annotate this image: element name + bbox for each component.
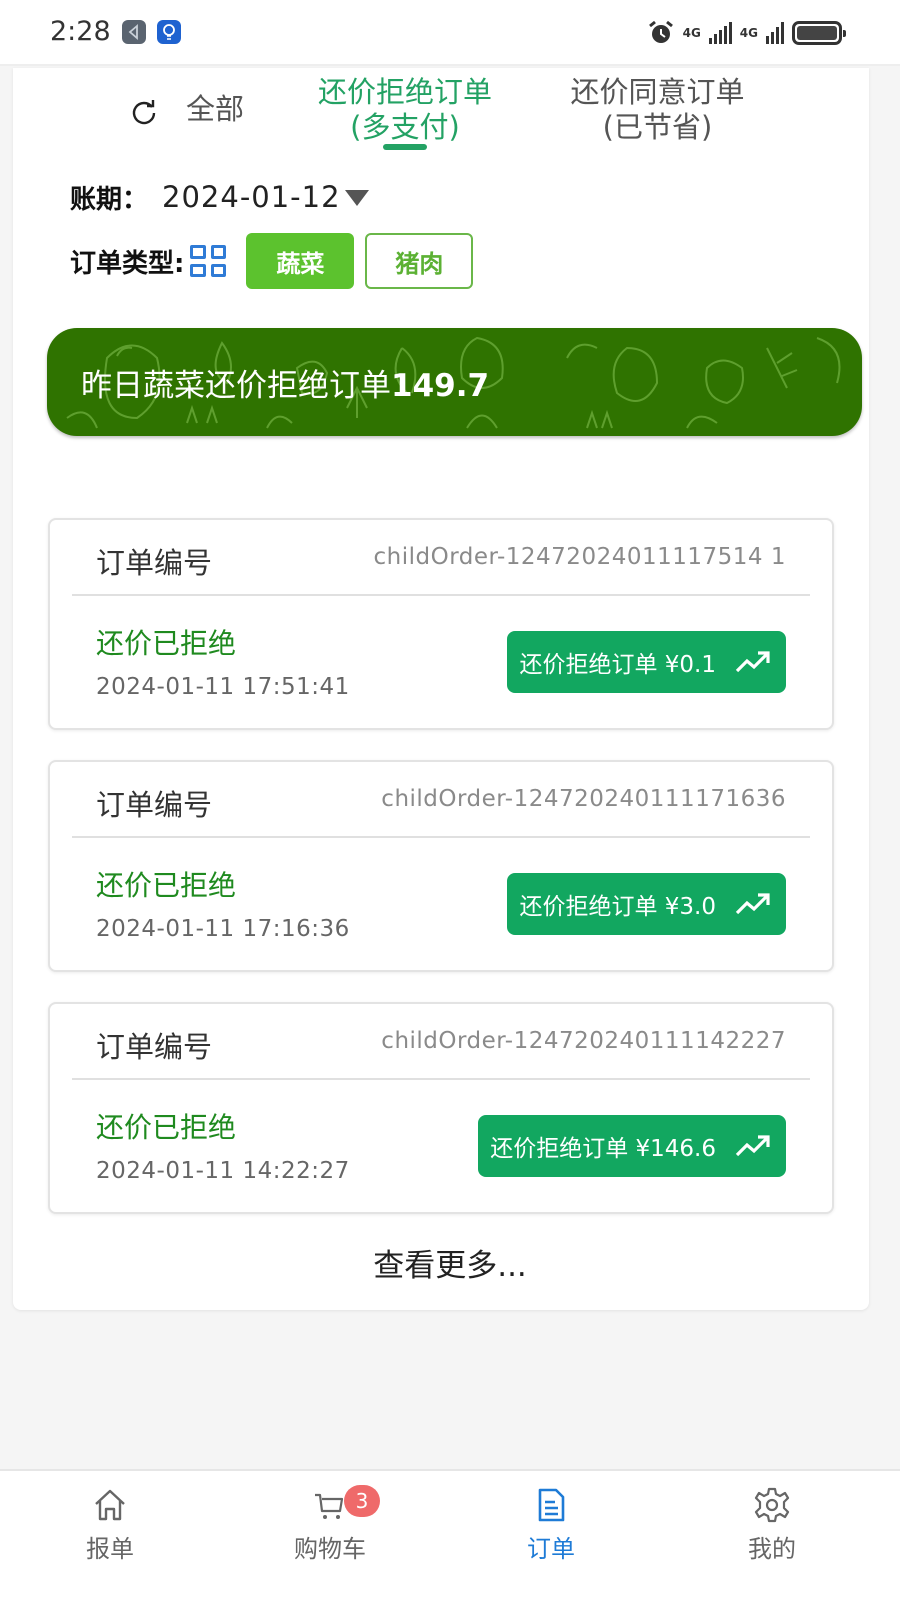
order-time: 2024-01-11 14:22:27	[96, 1158, 350, 1184]
order-number: childOrder-12472024011117514 1	[373, 544, 786, 570]
order-card[interactable]: 订单编号 childOrder-124720240111142227 还价已拒绝…	[48, 1002, 834, 1214]
nav-item-orders[interactable]: 订单	[491, 1485, 611, 1564]
order-number-label: 订单编号	[96, 1030, 213, 1064]
type-pork-button[interactable]: 猪肉	[365, 233, 474, 289]
order-number-label: 订单编号	[96, 546, 213, 580]
view-more-link[interactable]: 查看更多...	[0, 1240, 900, 1285]
bottom-nav: 报单 3 购物车 订单 我的	[0, 1469, 900, 1600]
summary-banner: 昨日蔬菜还价拒绝订单149.7	[47, 328, 862, 436]
order-type-label: 订单类型:	[70, 248, 185, 279]
rejected-amount-button[interactable]: 还价拒绝订单 ¥146.6	[478, 1115, 786, 1177]
tab-counter-agreed[interactable]: 还价同意订单 (已节省)	[550, 75, 765, 145]
divider	[72, 1078, 810, 1080]
trending-up-icon	[735, 1135, 770, 1157]
document-icon	[538, 1488, 565, 1522]
app-back-icon	[122, 20, 146, 44]
billing-period-filter: 账期： 2024-01-12	[70, 176, 369, 218]
cart-count-badge: 3	[344, 1485, 380, 1517]
network-type-1: 4G	[682, 26, 701, 40]
status-indicators: 4G 4G	[647, 18, 846, 48]
order-type-filter: 订单类型: 蔬菜 猪肉	[70, 233, 474, 289]
type-vegetable-button[interactable]: 蔬菜	[246, 233, 355, 289]
order-status: 还价已拒绝	[96, 627, 237, 660]
divider	[72, 836, 810, 838]
alarm-icon	[648, 20, 673, 43]
divider	[72, 594, 810, 596]
active-tab-indicator	[383, 144, 427, 150]
order-number: childOrder-124720240111171636	[381, 786, 786, 812]
billing-period-label: 账期：	[70, 184, 149, 215]
order-number-label: 订单编号	[96, 788, 213, 822]
gear-icon	[754, 1487, 790, 1523]
order-time: 2024-01-11 17:16:36	[96, 916, 350, 942]
signal-icon	[766, 22, 784, 44]
order-tabs: 全部 还价拒绝订单 (多支付) 还价同意订单 (已节省)	[0, 72, 900, 162]
order-card[interactable]: 订单编号 childOrder-124720240111171636 还价已拒绝…	[48, 760, 834, 972]
order-status: 还价已拒绝	[96, 1111, 237, 1144]
grid-icon[interactable]	[190, 245, 227, 277]
banner-summary-text: 昨日蔬菜还价拒绝订单149.7	[81, 368, 490, 404]
trending-up-icon	[735, 651, 770, 673]
tab-all[interactable]: 全部	[186, 92, 244, 127]
nav-item-profile[interactable]: 我的	[712, 1485, 832, 1564]
battery-icon	[792, 21, 846, 45]
network-type-2: 4G	[739, 26, 758, 40]
signal-icon	[708, 22, 732, 44]
nav-item-report[interactable]: 报单	[50, 1485, 170, 1564]
home-icon	[95, 1489, 125, 1521]
rejected-amount-button[interactable]: 还价拒绝订单 ¥0.1	[507, 631, 786, 693]
trending-up-icon	[735, 893, 770, 915]
order-number: childOrder-124720240111142227	[381, 1028, 786, 1054]
order-time: 2024-01-11 17:51:41	[96, 674, 350, 700]
billing-period-select[interactable]: 2024-01-12	[162, 180, 341, 214]
banner-summary-value: 149.7	[391, 368, 490, 404]
order-card[interactable]: 订单编号 childOrder-12472024011117514 1 还价已拒…	[48, 518, 834, 730]
status-time: 2:28	[50, 16, 111, 47]
nav-item-cart[interactable]: 3 购物车	[270, 1485, 390, 1564]
status-bar: 2:28 4G 4G	[0, 0, 900, 66]
order-status: 还价已拒绝	[96, 869, 237, 902]
rejected-amount-button[interactable]: 还价拒绝订单 ¥3.0	[507, 873, 786, 935]
caret-down-icon[interactable]	[344, 190, 369, 206]
refresh-icon[interactable]	[130, 98, 158, 126]
lightbulb-icon	[157, 20, 181, 44]
tab-counter-rejected[interactable]: 还价拒绝订单 (多支付)	[300, 75, 510, 145]
